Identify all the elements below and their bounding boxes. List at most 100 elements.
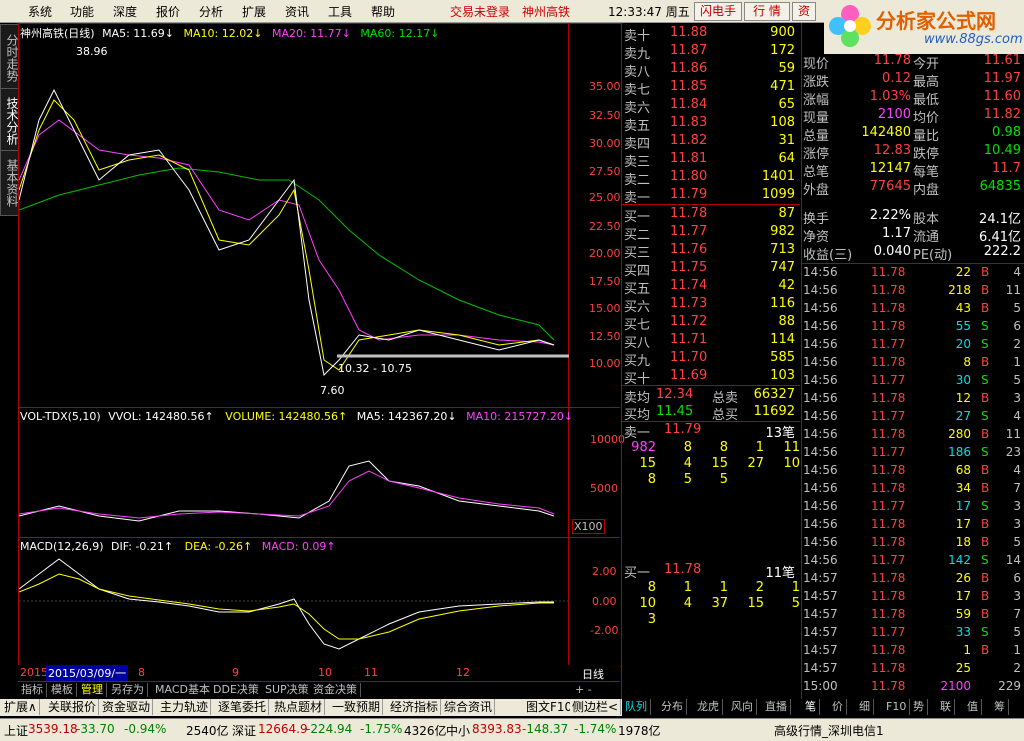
function-tab[interactable]: 主力轨迹 — [158, 699, 212, 715]
flash-trade-button[interactable]: 闪电手 — [694, 2, 742, 21]
tick-price: 11.77 — [871, 445, 906, 459]
function-tab[interactable]: 热点题材 — [272, 699, 326, 715]
book-tab-longhu[interactable]: 龙虎 — [694, 699, 723, 715]
avg-buy-value: 11.45 — [656, 404, 694, 419]
menu-news[interactable]: 资讯 — [285, 3, 309, 20]
function-tab[interactable]: 综合资讯 — [442, 699, 496, 715]
indicator-tab-saveas[interactable]: 另存为 — [108, 683, 148, 697]
stat-value: 6.41亿 — [979, 230, 1021, 245]
period-label[interactable]: 日线 — [582, 666, 604, 682]
indicator-tab-macd[interactable]: MACD基本 — [152, 683, 214, 697]
function-tab[interactable]: 侧边栏< — [570, 699, 622, 715]
function-tab[interactable]: 资金驱动 — [100, 699, 154, 715]
tab-technical[interactable]: 技术分析 — [0, 88, 19, 154]
server-name[interactable]: 高级行情_深圳电信1 — [774, 722, 884, 739]
macd-title-bar: MACD(12,26,9) DIF: -0.21↑ DEA: -0.26↑ MA… — [20, 540, 336, 553]
tick-count: 7 — [1013, 481, 1021, 495]
buy-level-row: 买九 11.70 585 — [622, 350, 799, 369]
menu-tools[interactable]: 工具 — [328, 3, 352, 20]
stat-label: 收益(三) — [803, 248, 853, 263]
tick-row: 14:57 11.78 59 B 7 — [801, 607, 1023, 625]
menu-quote[interactable]: 报价 — [156, 3, 180, 20]
volume-chart[interactable] — [19, 426, 569, 536]
tick-tab[interactable]: 势 — [910, 699, 928, 715]
tick-side: B — [981, 391, 990, 405]
tick-row: 14:56 11.77 27 S 4 — [801, 409, 1023, 427]
avg-sell-row: 卖均 12.34 总卖 66327 — [622, 387, 799, 406]
indicator-tab-indicator[interactable]: 指标 — [18, 683, 47, 697]
price-tick: 10.00 — [589, 357, 621, 370]
tick-row: 14:56 11.77 20 S 2 — [801, 337, 1023, 355]
tick-side: B — [981, 571, 990, 585]
tick-tab[interactable]: 筹 — [991, 699, 1009, 715]
sell-level-price: 11.87 — [670, 43, 708, 58]
menu-depth[interactable]: 深度 — [113, 3, 137, 20]
trade-login-status[interactable]: 交易未登录 — [450, 3, 510, 20]
kline-chart[interactable] — [19, 40, 569, 406]
function-tab[interactable]: 关联报价 — [46, 699, 100, 715]
stat-label: PE(动) — [913, 248, 953, 263]
indicator-tab-template[interactable]: 模板 — [48, 683, 77, 697]
macd-chart[interactable] — [19, 554, 569, 664]
sz-index-label: 深证 — [232, 724, 257, 738]
avg-buy-row: 买均 11.45 总买 11692 — [622, 404, 799, 423]
menu-extend[interactable]: 扩展 — [242, 3, 266, 20]
sh-index-label: 上证 — [4, 724, 29, 738]
tab-fundamental[interactable]: 基本资料 — [0, 150, 19, 216]
tick-count: 5 — [1013, 625, 1021, 639]
indicator-tab-sup[interactable]: SUP决策 — [262, 683, 313, 697]
date-axis-month: 12 — [456, 666, 470, 679]
buy-level-price: 11.78 — [670, 206, 708, 221]
menu-analysis[interactable]: 分析 — [199, 3, 223, 20]
stat-value: 12147 — [869, 161, 911, 176]
function-tab[interactable]: 逐笔委托 — [216, 699, 270, 715]
sell-level-price: 11.82 — [670, 133, 708, 148]
tab-intraday[interactable]: 分时走势 — [0, 24, 19, 92]
date-cursor: 2015/03/09/一 — [46, 665, 129, 681]
tick-count: 11 — [1005, 283, 1021, 297]
indicator-tab-dde[interactable]: DDE决策 — [210, 683, 263, 697]
tick-volume: 33 — [955, 625, 971, 639]
tick-price: 11.77 — [871, 553, 906, 567]
tick-tab[interactable]: F10 — [883, 699, 911, 715]
zoom-controls[interactable]: + - — [572, 683, 595, 697]
indicator-tab-manage[interactable]: 管理 — [78, 683, 107, 697]
buy-level-row: 买二 11.77 982 — [622, 224, 799, 243]
indicator-tab-fund[interactable]: 资金决策 — [310, 683, 361, 697]
menu-system[interactable]: 系统 — [28, 3, 52, 20]
date-axis-month: 9 — [232, 666, 239, 679]
stat-value: 0.98 — [992, 125, 1021, 140]
menu-help[interactable]: 帮助 — [371, 3, 395, 20]
function-tab[interactable]: 扩展∧ — [2, 699, 40, 715]
quote-button[interactable]: 行 情 — [744, 2, 790, 21]
stat-row: 涨幅 1.03% 最低 11.60 — [801, 89, 1023, 108]
tick-tab[interactable]: 价 — [829, 699, 847, 715]
price-tick: 32.50 — [589, 109, 621, 122]
function-tab[interactable]: 图文F10 — [524, 699, 576, 715]
pane-divider — [18, 537, 620, 538]
function-tab[interactable]: 经济指标 — [388, 699, 442, 715]
logo: 分析家公式网 www.88gs.com — [824, 0, 1024, 54]
info-button[interactable]: 资 — [792, 2, 816, 21]
menu-function[interactable]: 功能 — [70, 3, 94, 20]
book-tab-distribution[interactable]: 分布 — [658, 699, 687, 715]
logo-title: 分析家公式网 — [876, 9, 996, 33]
tick-time: 14:57 — [803, 607, 838, 621]
total-sell-value: 66327 — [753, 387, 795, 402]
book-tab-queue[interactable]: 队列 — [622, 699, 651, 715]
tick-tab[interactable]: 细 — [856, 699, 874, 715]
tick-side: S — [981, 337, 989, 351]
flower-logo-icon — [829, 5, 871, 47]
book-tab-live[interactable]: 直播 — [762, 699, 791, 715]
tick-tab[interactable]: 联 — [937, 699, 955, 715]
tick-row: 14:57 11.78 17 B 3 — [801, 589, 1023, 607]
tick-tab[interactable]: 笔 — [802, 699, 820, 715]
tick-time: 14:56 — [803, 283, 838, 297]
function-tab[interactable]: 一致预期 — [330, 699, 384, 715]
sell-level-row: 卖二 11.80 1401 — [622, 169, 799, 188]
tick-volume: 17 — [955, 589, 971, 603]
tick-side: S — [981, 373, 989, 387]
tick-count: 14 — [1005, 553, 1021, 567]
tick-tab[interactable]: 值 — [964, 699, 982, 715]
book-tab-wind[interactable]: 风向 — [728, 699, 757, 715]
